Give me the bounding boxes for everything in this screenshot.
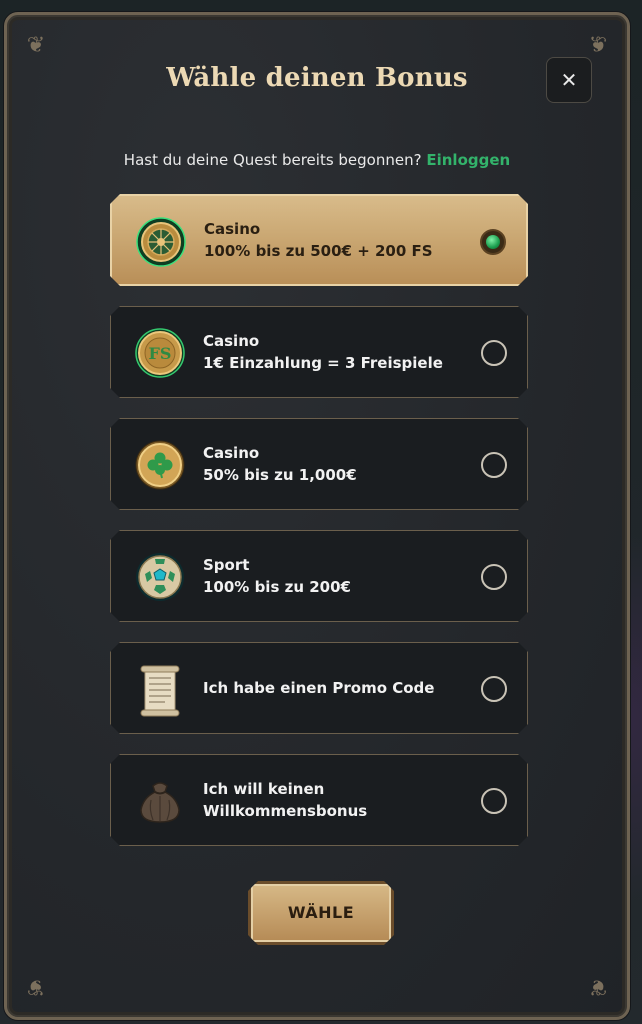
- option-subtitle: 50% bis zu 1,000€: [203, 466, 357, 484]
- login-link[interactable]: Einloggen: [426, 151, 510, 169]
- pouch-icon: [135, 776, 185, 826]
- option-subtitle: 100% bis zu 500€ + 200 FS: [204, 242, 433, 260]
- choose-button[interactable]: WÄHLE: [248, 881, 394, 945]
- radio-unselected[interactable]: [481, 564, 507, 590]
- close-button[interactable]: ✕: [546, 57, 592, 103]
- bonus-option-promo-code[interactable]: Ich habe einen Promo Code: [110, 642, 528, 734]
- bonus-modal: ❦ ❦ ❦ ❦ Wähle deinen Bonus ✕ Hast du dei…: [4, 12, 630, 1020]
- corner-ornament-icon: ❦: [26, 974, 46, 999]
- option-subtitle: 1€ Einzahlung = 3 Freispiele: [203, 354, 443, 372]
- option-title: Sport: [203, 556, 250, 574]
- close-icon: ✕: [560, 68, 578, 92]
- option-title: Casino: [203, 332, 260, 350]
- option-title: Ich will keinen: [203, 780, 325, 798]
- soccer-ball-icon: [135, 552, 185, 602]
- radio-unselected[interactable]: [481, 788, 507, 814]
- login-prompt: Hast du deine Quest bereits begonnen? Ei…: [7, 151, 627, 169]
- option-title: Ich habe einen Promo Code: [203, 679, 435, 697]
- radio-unselected[interactable]: [481, 676, 507, 702]
- bonus-option-casino-50[interactable]: Casino 50% bis zu 1,000€: [110, 418, 528, 510]
- scroll-icon: [135, 660, 185, 718]
- svg-text:FS: FS: [149, 344, 172, 363]
- option-title: Casino: [203, 444, 260, 462]
- radio-selected[interactable]: [480, 229, 506, 255]
- bonus-option-no-bonus[interactable]: Ich will keinen Willkommensbonus: [110, 754, 528, 846]
- fs-coin-icon: FS: [135, 328, 185, 378]
- radio-unselected[interactable]: [481, 340, 507, 366]
- modal-title: Wähle deinen Bonus: [166, 63, 468, 93]
- login-prompt-text: Hast du deine Quest bereits begonnen?: [123, 151, 422, 169]
- bonus-option-casino-500[interactable]: Casino 100% bis zu 500€ + 200 FS: [110, 194, 528, 286]
- option-subtitle: 100% bis zu 200€: [203, 578, 351, 596]
- clover-coin-icon: [135, 440, 185, 490]
- corner-ornament-icon: ❦: [26, 33, 46, 58]
- bonus-options-list: Casino 100% bis zu 500€ + 200 FS FS Casi…: [110, 194, 528, 866]
- roulette-icon: [136, 217, 186, 267]
- radio-unselected[interactable]: [481, 452, 507, 478]
- bonus-option-casino-freespins[interactable]: FS Casino 1€ Einzahlung = 3 Freispiele: [110, 306, 528, 398]
- option-title: Casino: [204, 220, 261, 238]
- corner-ornament-icon: ❦: [588, 974, 608, 999]
- option-subtitle: Willkommensbonus: [203, 802, 368, 820]
- bonus-option-sport[interactable]: Sport 100% bis zu 200€: [110, 530, 528, 622]
